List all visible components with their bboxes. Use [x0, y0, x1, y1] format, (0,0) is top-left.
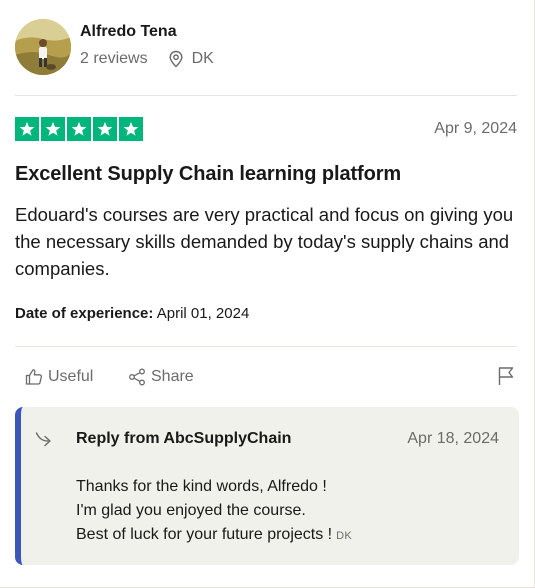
star-icon [93, 117, 117, 141]
divider [15, 95, 517, 96]
location-pin-icon [168, 50, 184, 68]
review-card: Alfredo Tena 2 reviews DK Apr 9, 2024 Ex… [0, 0, 535, 588]
language-tag[interactable]: DK [336, 530, 352, 542]
review-body: Edouard's courses are very practical and… [15, 204, 514, 279]
reply-date: Apr 18, 2024 [407, 430, 499, 447]
reply-line: I'm glad you enjoyed the course. [76, 502, 306, 519]
experience-date: April 01, 2024 [156, 305, 250, 322]
reply-line: Thanks for the kind words, Alfredo ! [76, 478, 327, 495]
date-of-experience: Date of experience: April 01, 2024 [15, 305, 249, 322]
company-reply: Reply from AbcSupplyChain Apr 18, 2024 T… [15, 407, 519, 565]
reply-body: Thanks for the kind words, Alfredo ! I'm… [76, 475, 352, 548]
thumbs-up-icon [25, 369, 43, 385]
consumer-name[interactable]: Alfredo Tena [80, 23, 177, 41]
consumer-country: DK [191, 50, 214, 67]
divider [15, 346, 517, 347]
star-icon [67, 117, 91, 141]
flag-icon[interactable] [496, 366, 516, 386]
star-rating [15, 117, 143, 141]
star-icon [41, 117, 65, 141]
reply-from: Reply from AbcSupplyChain [76, 430, 292, 447]
share-label: Share [151, 368, 194, 385]
review-count: 2 reviews [80, 50, 148, 67]
consumer-meta: 2 reviews DK [80, 50, 214, 68]
star-icon [15, 117, 39, 141]
share-button[interactable]: Share [127, 367, 194, 387]
review-date: Apr 9, 2024 [434, 120, 517, 137]
reply-line: Best of luck for your future projects ! D… [76, 523, 352, 548]
reply-arrow-icon [35, 430, 55, 450]
review-title[interactable]: Excellent Supply Chain learning platform [15, 163, 401, 186]
experience-label: Date of experience: [15, 305, 154, 322]
reply-line-text: Best of luck for your future projects ! [76, 526, 333, 543]
star-icon [119, 117, 143, 141]
avatar[interactable] [15, 19, 71, 75]
useful-button[interactable]: Useful [24, 367, 93, 387]
useful-label: Useful [48, 368, 94, 385]
share-icon [129, 368, 145, 386]
